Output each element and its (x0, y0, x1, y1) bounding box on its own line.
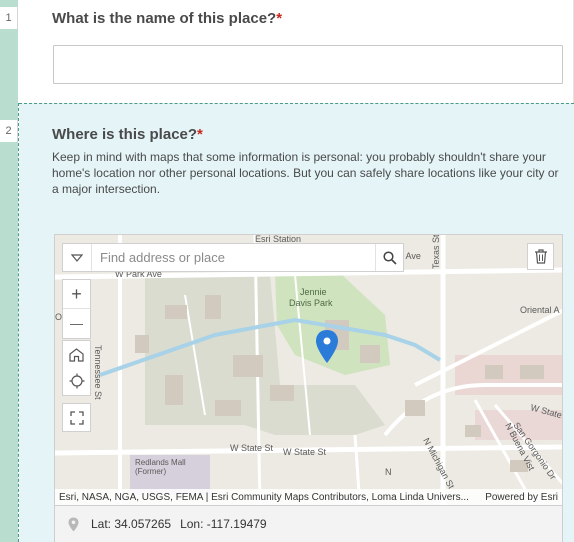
map-label-texas: Texas St (431, 235, 441, 269)
locate-crosshair-icon (69, 373, 84, 389)
triangle-down-icon (71, 253, 83, 262)
map-label-oriental: Oriental A (520, 305, 560, 315)
question-1-title: What is the name of this place?* (52, 10, 283, 27)
home-icon (69, 347, 84, 362)
question-1-card: What is the name of this place?* (19, 0, 574, 103)
required-mark: * (197, 126, 203, 143)
location-marker-icon (55, 517, 91, 532)
map-attribution: Esri, NASA, NGA, USGS, FEMA | Esri Commu… (55, 489, 562, 505)
locate-button[interactable] (62, 367, 91, 396)
question-number-1: 1 (0, 7, 18, 29)
zoom-in-button[interactable]: + (63, 280, 90, 309)
required-mark: * (276, 10, 283, 27)
latitude-value: Lat: 34.057265 (91, 517, 172, 531)
map-label-jennie: Jennie (300, 287, 327, 297)
question-number-2: 2 (0, 120, 18, 142)
map-label-redlands-2: (Former) (135, 467, 166, 476)
question-2-title: Where is this place?* (52, 126, 203, 143)
map-label-davis-park: Davis Park (289, 298, 333, 308)
map-label-redlands-1: Redlands Mall (135, 458, 186, 467)
address-search-input[interactable] (92, 244, 375, 271)
question-gutter (0, 0, 18, 542)
map-label-n: N (385, 467, 392, 477)
search-button[interactable] (375, 244, 403, 271)
map-basemap: Esri Station W Park Ave Park Ave Jennie … (55, 235, 562, 505)
longitude-value: Lon: -117.19479 (180, 517, 267, 531)
attribution-text: Esri, NASA, NGA, USGS, FEMA | Esri Commu… (59, 491, 469, 503)
zoom-out-button[interactable]: — (63, 309, 90, 338)
map-label-tennessee: Tennessee St (93, 345, 103, 400)
map-label-w-state-st-2: W State St (283, 447, 327, 457)
home-button[interactable] (62, 340, 91, 369)
place-name-input[interactable] (53, 45, 563, 84)
search-icon (382, 250, 397, 265)
zoom-controls: + — (62, 279, 91, 339)
search-source-dropdown[interactable] (63, 244, 92, 271)
map-view[interactable]: Esri Station W Park Ave Park Ave Jennie … (54, 234, 563, 506)
map-search (62, 243, 404, 272)
fullscreen-button[interactable] (62, 403, 91, 432)
fullscreen-icon (69, 410, 84, 425)
map-label-w-state-st-1: W State St (230, 443, 274, 453)
clear-location-button[interactable] (527, 243, 554, 270)
question-2-description: Keep in mind with maps that some informa… (52, 150, 559, 196)
trash-icon (534, 249, 547, 264)
coordinates-bar: Lat: 34.057265 Lon: -117.19479 (54, 506, 563, 542)
powered-by-esri-link[interactable]: Powered by Esri (485, 492, 558, 503)
question-2-card: Where is this place?* Keep in mind with … (19, 103, 574, 542)
